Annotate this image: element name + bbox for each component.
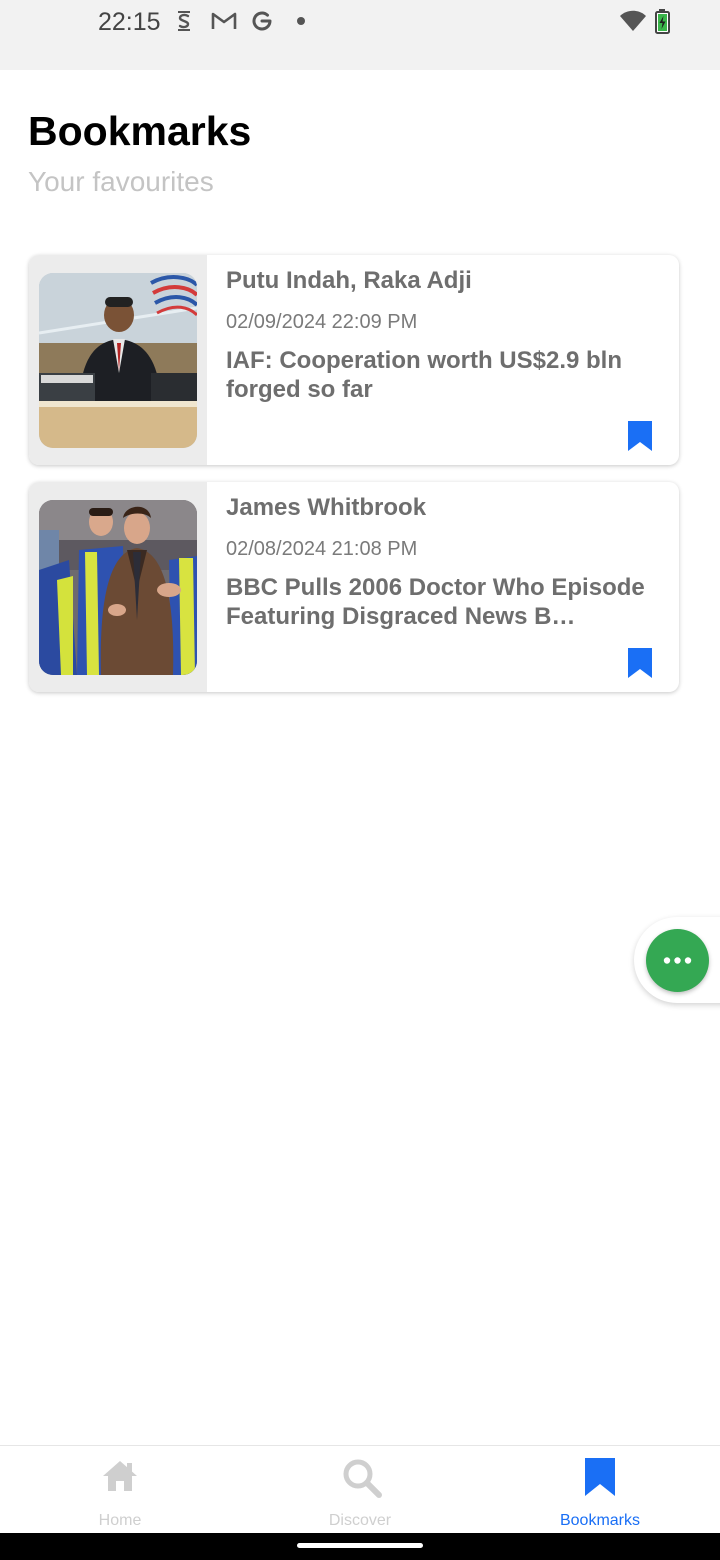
- battery-charging-icon: [654, 9, 672, 34]
- gmail-icon: [210, 9, 238, 33]
- article-thumbnail: [39, 273, 197, 448]
- article-thumbnail: [39, 500, 197, 675]
- thumbnail-panel: [29, 255, 207, 465]
- article-date: 02/08/2024 21:08 PM: [226, 538, 418, 560]
- nav-item-discover[interactable]: Discover: [240, 1446, 480, 1534]
- nav-item-bookmarks[interactable]: Bookmarks: [480, 1446, 720, 1534]
- page-title: Bookmarks: [28, 108, 252, 154]
- home-gesture-handle[interactable]: [297, 1543, 423, 1548]
- notification-dot-icon: [297, 17, 305, 25]
- status-time: 22:15: [98, 8, 161, 36]
- gesture-navigation-bar: [0, 1533, 720, 1560]
- nav-label-home: Home: [98, 1512, 142, 1529]
- s-notification-icon: [172, 9, 196, 33]
- article-author: James Whitbrook: [226, 494, 427, 521]
- status-bar: 22:15: [0, 0, 720, 70]
- article-thumbnail-image: [39, 273, 197, 448]
- more-options-button[interactable]: [646, 929, 709, 992]
- bookmark-filled-icon[interactable]: [625, 419, 655, 453]
- wifi-icon: [619, 9, 647, 33]
- page-subtitle: Your favourites: [28, 166, 214, 197]
- home-icon: [103, 1461, 137, 1491]
- bookmark-filled-icon[interactable]: [625, 646, 655, 680]
- bookmark-card[interactable]: Putu Indah, Raka Adji 02/09/2024 22:09 P…: [29, 255, 679, 465]
- bottom-navigation: Home Discover Bookmarks: [0, 1445, 720, 1533]
- nav-label-discover: Discover: [328, 1512, 392, 1529]
- article-headline[interactable]: BBC Pulls 2006 Doctor Who Episode Featur…: [226, 573, 662, 631]
- nav-label-bookmarks: Bookmarks: [559, 1512, 641, 1529]
- article-thumbnail-image: [39, 500, 197, 675]
- search-icon: [343, 1459, 382, 1498]
- article-author: Putu Indah, Raka Adji: [226, 267, 472, 294]
- google-icon: [250, 9, 274, 33]
- thumbnail-panel: [29, 482, 207, 692]
- bookmarks-screen: 22:15 Bookmarks Your favourites Putu Ind…: [0, 0, 720, 1560]
- nav-item-home[interactable]: Home: [0, 1446, 240, 1534]
- bookmark-card[interactable]: James Whitbrook 02/08/2024 21:08 PM BBC …: [29, 482, 679, 692]
- article-headline[interactable]: IAF: Cooperation worth US$2.9 bln forged…: [226, 346, 662, 404]
- bookmark-icon: [585, 1458, 615, 1496]
- article-date: 02/09/2024 22:09 PM: [226, 311, 418, 333]
- more-horizontal-icon: [663, 957, 692, 964]
